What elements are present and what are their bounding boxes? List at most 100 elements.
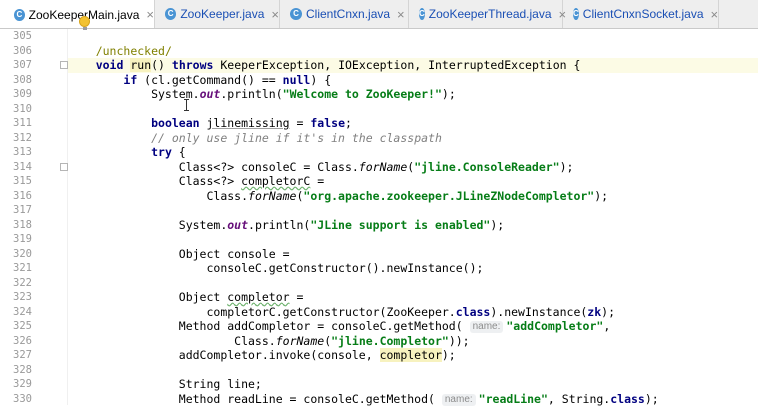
line-number: 327 <box>6 348 32 363</box>
code-token: ); <box>601 305 615 319</box>
line-number: 306 <box>6 44 32 59</box>
java-class-icon: C <box>290 8 302 20</box>
line-number: 313 <box>6 145 32 160</box>
close-icon[interactable]: × <box>711 7 719 22</box>
line-number: 308 <box>6 73 32 88</box>
code-line[interactable]: try { <box>68 145 758 160</box>
code-token: addCompletor.invoke(console, <box>68 348 380 362</box>
code-line[interactable]: Class.forName("org.apache.zookeeper.JLin… <box>68 189 758 204</box>
code-token: System. <box>68 87 200 101</box>
lightbulb-icon[interactable] <box>79 16 90 27</box>
code-token: void <box>96 58 124 72</box>
code-token: Class<?> consoleC = Class. <box>68 160 359 174</box>
code-editor[interactable]: /unchecked/ void run() throws KeeperExce… <box>68 29 758 405</box>
line-number: 319 <box>6 232 32 247</box>
code-token: forName <box>359 160 407 174</box>
code-line[interactable] <box>68 363 758 378</box>
code-token: Object console = <box>68 247 290 261</box>
line-number: 311 <box>6 116 32 131</box>
code-token: throws <box>172 58 214 72</box>
line-number: 315 <box>6 174 32 189</box>
code-token: Class. <box>68 334 276 348</box>
code-line[interactable]: Method addCompletor = consoleC.getMethod… <box>68 319 758 334</box>
tab-zookeeperthread[interactable]: CZooKeeperThread.java× <box>409 0 563 28</box>
code-line[interactable] <box>68 102 758 117</box>
java-class-icon: C <box>573 8 579 20</box>
close-icon[interactable]: × <box>146 7 154 22</box>
code-token: completorC <box>241 174 310 188</box>
line-number: 328 <box>6 363 32 378</box>
code-token <box>68 145 151 159</box>
code-token <box>68 131 151 145</box>
line-number-gutter: 3053063073083093103113123133143153163173… <box>0 29 68 405</box>
code-token: = <box>310 174 324 188</box>
code-line[interactable]: String line; <box>68 377 758 392</box>
parameter-hint: name: <box>442 394 476 406</box>
code-token: (cl.getCommand() == <box>137 73 282 87</box>
code-token: "Welcome to ZooKeeper!" <box>283 87 442 101</box>
code-token: zk <box>587 305 601 319</box>
code-line[interactable]: /unchecked/ <box>68 44 758 59</box>
code-token <box>68 73 123 87</box>
line-number: 312 <box>6 131 32 146</box>
code-token: "jline.ConsoleReader" <box>414 160 559 174</box>
code-line[interactable]: // only use jline if it's in the classpa… <box>68 131 758 146</box>
line-number: 317 <box>6 203 32 218</box>
line-number: 324 <box>6 305 32 320</box>
code-token: "JLine support is enabled" <box>310 218 490 232</box>
code-token: .println( <box>220 87 282 101</box>
code-line[interactable]: Object console = <box>68 247 758 262</box>
code-line[interactable]: Class<?> consoleC = Class.forName("jline… <box>68 160 758 175</box>
code-line[interactable] <box>68 276 758 291</box>
code-line[interactable]: Object completor = <box>68 290 758 305</box>
tab-clientcnxn[interactable]: CClientCnxn.java× <box>280 0 409 28</box>
tab-label: ZooKeeperThread.java <box>429 7 552 21</box>
code-line[interactable]: System.out.println("JLine support is ena… <box>68 218 758 233</box>
line-number: 326 <box>6 334 32 349</box>
code-line[interactable]: boolean jlinemissing = false; <box>68 116 758 131</box>
code-token: forName <box>248 189 296 203</box>
code-token: .println( <box>248 218 310 232</box>
code-line[interactable]: consoleC.getConstructor().newInstance(); <box>68 261 758 276</box>
code-token: System. <box>68 218 227 232</box>
code-line[interactable]: Class<?> completorC = <box>68 174 758 189</box>
code-token: forName <box>276 334 324 348</box>
code-line[interactable] <box>68 232 758 247</box>
code-token: ); <box>560 160 574 174</box>
code-token: null <box>283 73 311 87</box>
tab-zookeepermain[interactable]: CZooKeeperMain.java× <box>0 0 155 29</box>
fold-marker-icon[interactable] <box>60 163 68 171</box>
code-line[interactable]: Class.forName("jline.Completor")); <box>68 334 758 349</box>
code-line[interactable]: void run() throws KeeperException, IOExc… <box>68 58 758 73</box>
code-line[interactable]: System.out.println("Welcome to ZooKeeper… <box>68 87 758 102</box>
tab-clientcnxnsocket[interactable]: C ClientCnxnSocket.java × <box>563 0 719 28</box>
code-token <box>200 116 207 130</box>
code-token: if <box>123 73 137 87</box>
code-token: ); <box>490 218 504 232</box>
line-number: 314 <box>6 160 32 175</box>
code-line[interactable]: addCompletor.invoke(console, completor); <box>68 348 758 363</box>
code-line[interactable]: Method readLine = consoleC.getMethod( na… <box>68 392 758 406</box>
code-line[interactable] <box>68 203 758 218</box>
code-token: ).newInstance( <box>490 305 587 319</box>
fold-marker-icon[interactable] <box>60 61 68 69</box>
code-token: /unchecked/ <box>96 44 172 58</box>
line-number: 309 <box>6 87 32 102</box>
line-number: 322 <box>6 276 32 291</box>
code-line[interactable]: if (cl.getCommand() == null) { <box>68 73 758 88</box>
code-token: , <box>603 319 610 333</box>
line-number: 316 <box>6 189 32 204</box>
close-icon[interactable]: × <box>271 7 279 22</box>
tab-label: ClientCnxnSocket.java <box>583 7 704 21</box>
java-class-icon: C <box>419 8 425 20</box>
code-token: class <box>456 305 491 319</box>
code-token: "org.apache.zookeeper.JLineZNodeCompleto… <box>303 189 594 203</box>
code-line[interactable]: completorC.getConstructor(ZooKeeper.clas… <box>68 305 758 320</box>
code-token: completorC.getConstructor(ZooKeeper. <box>68 305 456 319</box>
code-token: )); <box>449 334 470 348</box>
code-line[interactable] <box>68 29 758 44</box>
tab-zookeeper[interactable]: CZooKeeper.java× <box>155 0 280 28</box>
code-token: completor <box>227 290 289 304</box>
line-number: 310 <box>6 102 32 117</box>
close-icon[interactable]: × <box>397 7 405 22</box>
